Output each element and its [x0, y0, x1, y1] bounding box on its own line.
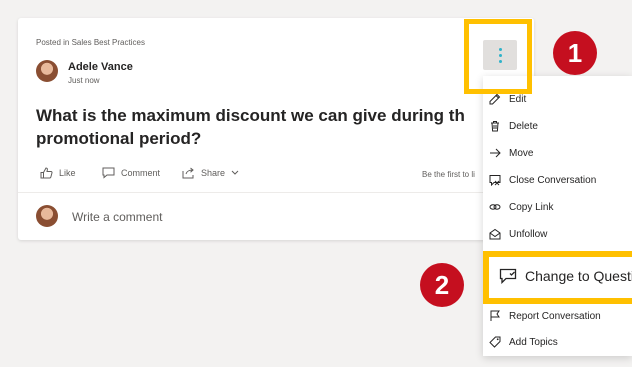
post-title: What is the maximum discount we can give…: [36, 104, 496, 150]
step-badge-2: 2: [420, 263, 464, 307]
menu-item-move[interactable]: Move: [483, 142, 632, 164]
menu-item-label: Change to Questi: [525, 268, 632, 284]
menu-item-label: Close Conversation: [509, 174, 597, 186]
menu-item-label: Add Topics: [509, 336, 558, 348]
menu-item-change-to-question[interactable]: Change to Questi: [499, 268, 632, 284]
menu-item-label: Move: [509, 147, 534, 159]
menu-item-label: Unfollow: [509, 228, 548, 240]
menu-item-report-conversation[interactable]: Report Conversation: [483, 305, 632, 327]
card-divider: [18, 192, 534, 193]
question-chat-icon: [499, 268, 517, 284]
post-title-line-2: promotional period?: [36, 129, 202, 148]
highlight-more-options: [464, 19, 532, 94]
menu-item-label: Delete: [509, 120, 538, 132]
author-name[interactable]: Adele Vance: [68, 61, 133, 73]
trash-icon: [491, 121, 499, 132]
link-icon: [489, 204, 501, 210]
share-icon: [182, 167, 194, 179]
like-button[interactable]: Like: [40, 167, 76, 179]
menu-item-unfollow[interactable]: Unfollow: [483, 223, 632, 245]
highlight-change-to-question: Change to Questi: [483, 251, 632, 304]
menu-item-label: Edit: [509, 93, 527, 105]
menu-item-label: Copy Link: [509, 201, 554, 213]
author-avatar[interactable]: [36, 60, 58, 82]
comment-icon: [102, 167, 115, 179]
commenter-avatar: [36, 205, 58, 227]
menu-item-copy-link[interactable]: Copy Link: [483, 196, 632, 218]
share-button[interactable]: Share: [182, 167, 239, 179]
post-title-line-1: What is the maximum discount we can give…: [36, 106, 465, 125]
post-card: Posted in Sales Best Practices Adele Van…: [18, 18, 534, 240]
menu-item-label: Report Conversation: [509, 310, 601, 322]
menu-item-add-topics[interactable]: Add Topics: [483, 331, 632, 353]
comment-button[interactable]: Comment: [102, 167, 160, 179]
chevron-down-icon: [231, 170, 239, 175]
post-timestamp: Just now: [68, 76, 100, 85]
close-conversation-icon: [489, 175, 501, 186]
pencil-icon: [489, 93, 501, 105]
share-label: Share: [201, 168, 226, 178]
comment-label: Comment: [121, 168, 161, 178]
flag-icon: [490, 310, 500, 321]
posted-in-label: Posted in Sales Best Practices: [36, 38, 145, 47]
menu-item-close-conversation[interactable]: Close Conversation: [483, 169, 632, 191]
arrow-right-icon: [490, 148, 501, 158]
menu-item-delete[interactable]: Delete: [483, 115, 632, 137]
like-label: Like: [59, 168, 76, 178]
step-badge-1: 1: [553, 31, 597, 75]
thumbs-up-icon: [40, 167, 53, 179]
write-comment-input[interactable]: Write a comment: [72, 210, 162, 224]
tag-icon: [489, 336, 501, 348]
first-to-like-text: Be the first to li: [422, 170, 475, 179]
post-options-menu: Edit Delete Move Close Conversation Copy…: [483, 76, 632, 356]
unfollow-icon: [489, 228, 501, 240]
